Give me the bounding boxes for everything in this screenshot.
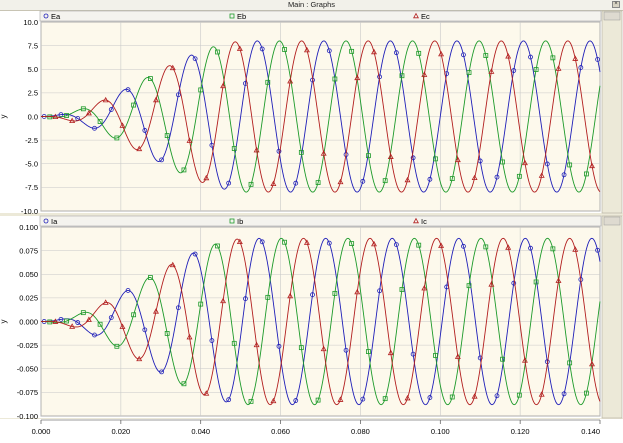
- y-tick-label: -5.0: [25, 160, 38, 169]
- x-tick-label: 0.120: [511, 427, 530, 436]
- y-tick-label: 0.025: [19, 294, 38, 303]
- x-tick-label: 0.000: [32, 427, 51, 436]
- y-tick-label: 0.100: [19, 223, 38, 232]
- current-graph-panel[interactable]: 0.100 0.075 0.050 0.025 0.000 -0.025 -0.050 -0.…: [0, 215, 623, 421]
- y-axis-label: y: [0, 115, 8, 119]
- legend-label-ec: Ec: [421, 12, 430, 21]
- y-tick-label: -0.025: [17, 341, 38, 350]
- y-tick-label: -0.050: [17, 365, 38, 374]
- y-tick-label: -7.5: [25, 183, 38, 192]
- scroll-up-button: [603, 11, 621, 21]
- y-tick-label: 0.000: [19, 317, 38, 326]
- x-axis-background: [0, 419, 623, 443]
- x-tick-label: 0.140: [581, 427, 600, 436]
- x-axis: 0.000 0.020 0.040 0.060 0.080 0.100 0.120 0.140: [0, 419, 623, 443]
- legend-bar: [39, 10, 602, 22]
- graphs-window: Main : Graphs × 10.0 7.5 5.0 2.5 0.0 -2.5 -5.0…: [0, 0, 623, 443]
- voltage-graph-panel[interactable]: 10.0 7.5 5.0 2.5 0.0 -2.5 -5.0 -7.5 -10.0 y Ea Eb Ec: [0, 10, 623, 216]
- legend-label-ia: Ia: [51, 217, 58, 226]
- y-tick-label: 0.050: [19, 270, 38, 279]
- x-tick-label: 0.100: [431, 427, 450, 436]
- legend-bar: [39, 215, 602, 227]
- y-tick-label: 5.0: [28, 65, 38, 74]
- y-tick-label: 0.075: [19, 246, 38, 255]
- y-tick-label: 10.0: [23, 18, 38, 27]
- y-tick-label: 0.0: [28, 112, 38, 121]
- scrollbar: [601, 215, 623, 419]
- graphs-canvas: 10.0 7.5 5.0 2.5 0.0 -2.5 -5.0 -7.5 -10.0 y Ea Eb Ec…: [0, 10, 623, 443]
- scrollbar: [601, 10, 623, 214]
- legend-label-ib: Ib: [237, 217, 243, 226]
- y-tick-label: -10.0: [21, 207, 38, 216]
- y-tick-label: -2.5: [25, 136, 38, 145]
- legend-label-ic: Ic: [421, 217, 427, 226]
- x-tick-label: 0.040: [191, 427, 210, 436]
- y-tick-label: 2.5: [28, 89, 38, 98]
- scroll-up-button: [603, 216, 621, 226]
- y-tick-label: -0.075: [17, 388, 38, 397]
- x-tick-label: 0.080: [351, 427, 370, 436]
- y-tick-label: 7.5: [28, 41, 38, 50]
- legend-label-ea: Ea: [51, 12, 61, 21]
- y-axis-label: y: [0, 320, 8, 324]
- x-tick-label: 0.020: [111, 427, 130, 436]
- legend-label-eb: Eb: [237, 12, 246, 21]
- x-tick-label: 0.060: [271, 427, 290, 436]
